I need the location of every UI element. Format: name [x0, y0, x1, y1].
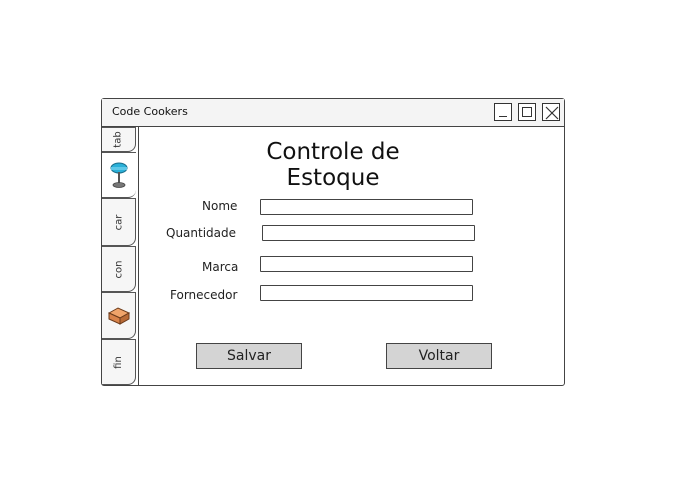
quantidade-field[interactable] — [262, 225, 475, 241]
save-button[interactable]: Salvar — [196, 343, 302, 369]
tab-label: con — [113, 260, 124, 278]
vertical-tab-strip: tab car con fin — [102, 127, 139, 385]
minimize-button[interactable] — [494, 103, 512, 121]
tab-lamp[interactable] — [102, 152, 136, 198]
tab-brick[interactable] — [102, 292, 136, 339]
maximize-button[interactable] — [518, 103, 536, 121]
fornecedor-field[interactable] — [260, 285, 473, 301]
page-title: Controle de Estoque — [266, 139, 400, 191]
nome-label: Nome — [202, 199, 238, 213]
tab-fin[interactable]: fin — [102, 339, 136, 385]
tab-label: tab — [113, 131, 124, 148]
window-title: Code Cookers — [112, 105, 188, 118]
tab-con[interactable]: con — [102, 246, 136, 292]
tab-car[interactable]: car — [102, 198, 136, 246]
tab-tab[interactable]: tab — [102, 127, 136, 152]
title-bar[interactable]: Code Cookers — [102, 99, 564, 127]
back-button[interactable]: Voltar — [386, 343, 492, 369]
marca-label: Marca — [202, 260, 239, 274]
close-icon — [545, 106, 559, 120]
quantidade-label: Quantidade — [166, 226, 237, 240]
app-window: Code Cookers tab car con fin Controle de… — [101, 98, 565, 386]
lamp-icon — [110, 162, 128, 188]
tab-label: fin — [112, 355, 124, 369]
fornecedor-label: Fornecedor — [170, 288, 238, 302]
tab-label: car — [113, 214, 124, 230]
nome-field[interactable] — [260, 199, 473, 215]
brick-icon — [107, 306, 130, 325]
close-button[interactable] — [542, 103, 560, 121]
marca-field[interactable] — [260, 256, 473, 272]
